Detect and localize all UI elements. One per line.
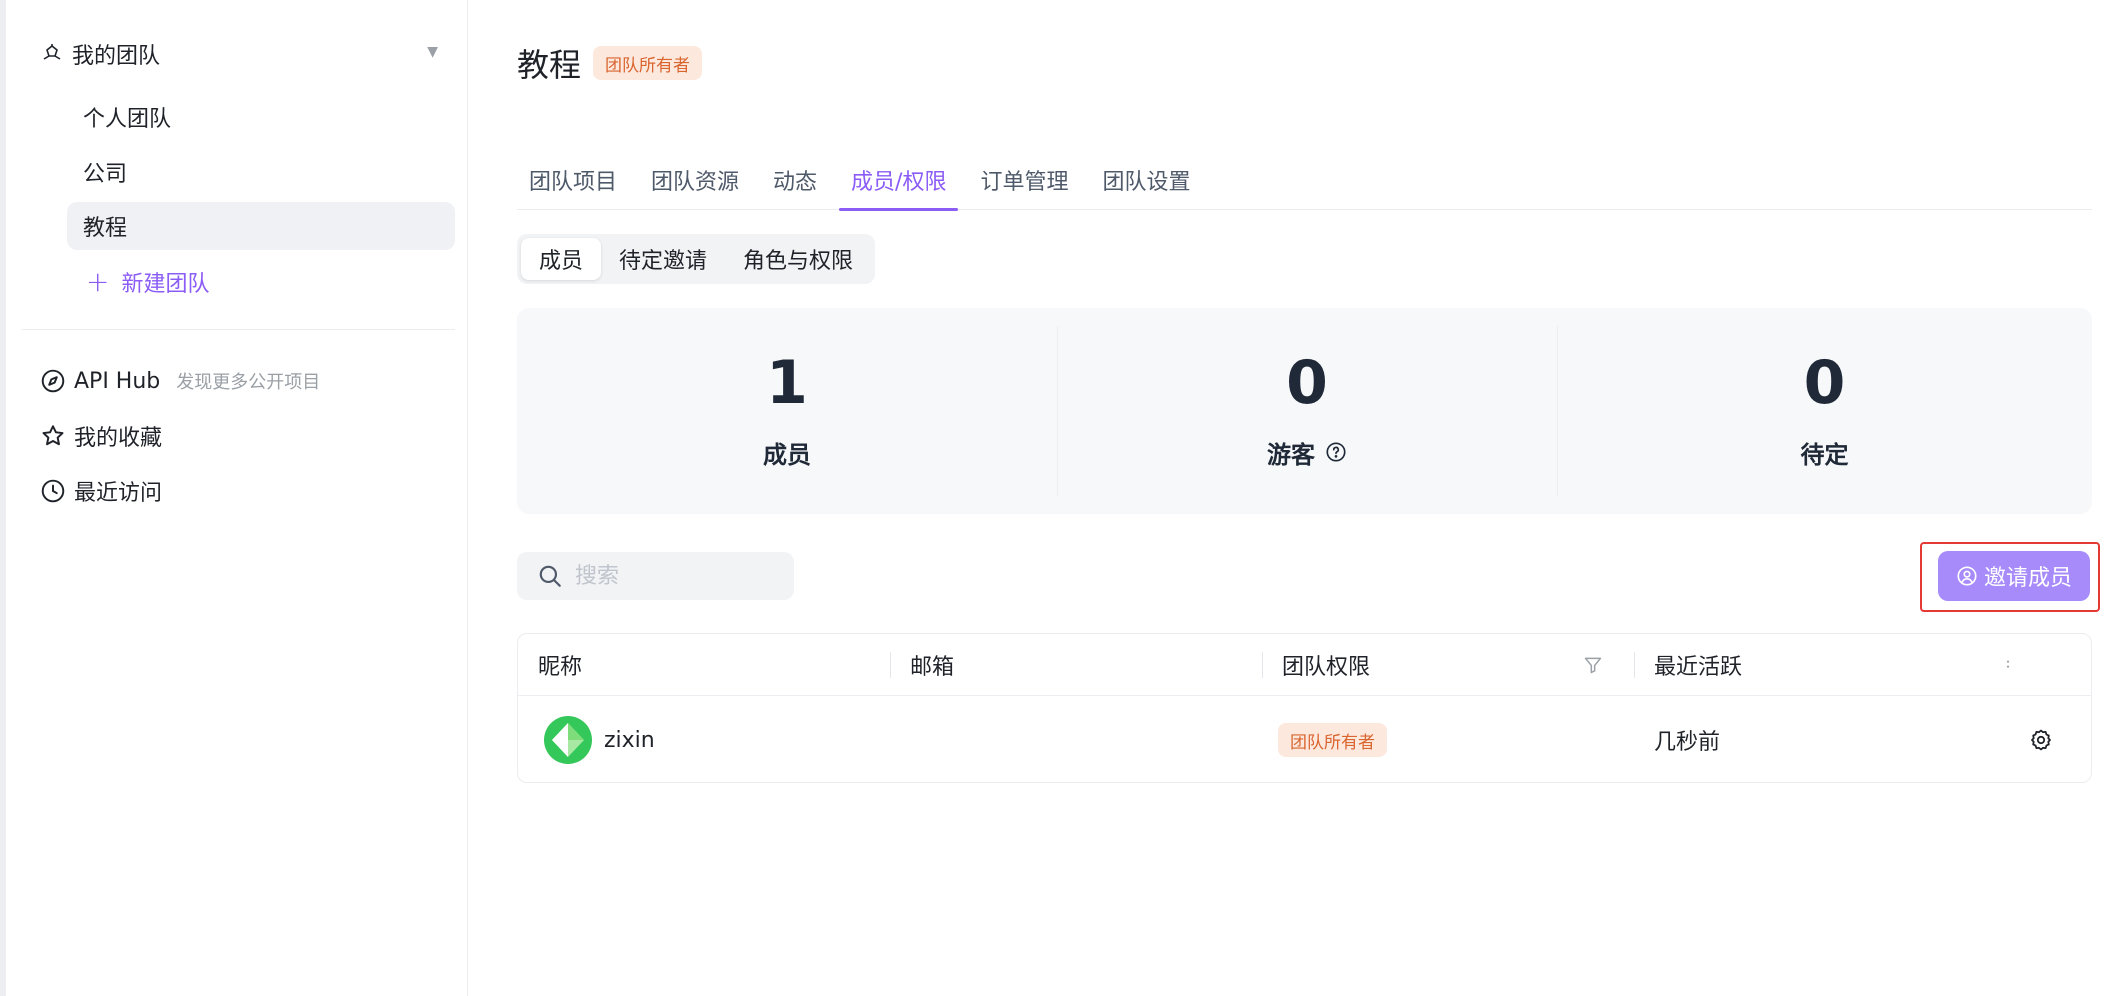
- search-icon: [539, 565, 561, 587]
- table-row[interactable]: zixin 团队所有者 几秒前: [518, 696, 2091, 784]
- column-resizer[interactable]: [1634, 652, 1635, 678]
- stat-label: 待定: [1800, 440, 1849, 469]
- sidebar: 我的团队 ▼ 个人团队 公司 教程 + 新建团队 API Hub 发现更多公开项…: [6, 0, 468, 996]
- role-badge: 团队所有者: [593, 46, 703, 80]
- team-tabs: 团队项目 团队资源 动态 成员/权限 订单管理 团队设置: [517, 150, 2092, 211]
- api-hub-label: API Hub: [74, 368, 161, 394]
- cell-team-permission: 团队所有者: [1278, 696, 1387, 784]
- stat-value: 1: [766, 347, 808, 418]
- app-window: 我的团队 ▼ 个人团队 公司 教程 + 新建团队 API Hub 发现更多公开项…: [0, 0, 2117, 996]
- gear-icon[interactable]: [2029, 728, 2053, 752]
- cell-last-active: 几秒前: [1654, 696, 1720, 784]
- cell-nickname: zixin: [544, 696, 655, 784]
- page-header: 教程 团队所有者: [517, 40, 703, 86]
- new-team-button[interactable]: + 新建团队: [86, 262, 209, 302]
- add-user-icon: [1957, 566, 1977, 586]
- segment-pending-invites[interactable]: 待定邀请: [601, 238, 725, 280]
- plus-icon: +: [86, 265, 110, 298]
- tab-activity[interactable]: 动态: [761, 150, 829, 210]
- nav-api-hub[interactable]: API Hub 发现更多公开项目: [40, 361, 320, 401]
- my-teams-label: 我的团队: [72, 44, 161, 69]
- table-header: 昵称 邮箱 团队权限 最近活跃: [518, 634, 2091, 696]
- stat-label: 成员: [763, 440, 811, 469]
- main-content: 教程 团队所有者 团队项目 团队资源 动态 成员/权限 订单管理 团队设置 成员…: [469, 0, 2117, 996]
- tab-team-resources[interactable]: 团队资源: [639, 150, 751, 210]
- sidebar-item-personal-team[interactable]: 个人团队: [67, 93, 455, 141]
- tab-members-permissions[interactable]: 成员/权限: [839, 150, 959, 211]
- stat-members: 1 成员: [517, 308, 1057, 514]
- member-nickname: zixin: [604, 727, 655, 753]
- segment-members[interactable]: 成员: [521, 238, 602, 280]
- sidebar-item-tutorial[interactable]: 教程: [67, 202, 455, 250]
- star-icon: [42, 425, 64, 446]
- stat-value: 0: [1286, 347, 1328, 418]
- column-email: 邮箱: [910, 655, 955, 680]
- tab-order-management[interactable]: 订单管理: [968, 150, 1080, 210]
- page-title: 教程: [517, 46, 582, 84]
- nav-recent[interactable]: 最近访问: [40, 471, 162, 511]
- search-box[interactable]: [517, 552, 794, 600]
- avatar: [544, 716, 592, 764]
- members-table: 昵称 邮箱 团队权限 最近活跃 zixin 团队所有者 几秒前: [517, 633, 2092, 783]
- member-role-badge: 团队所有者: [1278, 723, 1387, 757]
- stat-value: 0: [1803, 347, 1846, 418]
- column-resizer[interactable]: [1262, 652, 1263, 678]
- member-segment-control: 成员 待定邀请 角色与权限: [517, 234, 876, 284]
- column-resizer[interactable]: [890, 652, 891, 678]
- invite-member-button[interactable]: 邀请成员: [1938, 551, 2090, 601]
- member-stats-panel: 1 成员 0 游客 0 待定: [517, 308, 2092, 514]
- help-icon[interactable]: [1325, 441, 1347, 463]
- search-input[interactable]: [575, 563, 775, 589]
- stat-label: 游客: [1267, 440, 1315, 469]
- invite-member-label: 邀请成员: [1983, 566, 2072, 591]
- sidebar-divider: [22, 329, 455, 330]
- recent-label: 最近访问: [74, 481, 163, 506]
- filter-icon[interactable]: [1583, 655, 1603, 675]
- compass-icon: [41, 369, 65, 393]
- column-team-permission: 团队权限: [1282, 655, 1371, 680]
- segment-roles-permissions[interactable]: 角色与权限: [725, 238, 871, 280]
- sidebar-item-company[interactable]: 公司: [67, 148, 455, 196]
- collapse-caret-icon[interactable]: ▼: [427, 44, 438, 60]
- new-team-label: 新建团队: [121, 272, 210, 297]
- sidebar-item-label: 教程: [83, 216, 128, 241]
- sidebar-item-label: 个人团队: [83, 107, 172, 132]
- my-teams-header[interactable]: 我的团队 ▼: [40, 36, 448, 72]
- member-last-active: 几秒前: [1654, 730, 1721, 755]
- nav-favorites[interactable]: 我的收藏: [40, 416, 162, 456]
- sidebar-item-label: 公司: [83, 162, 128, 187]
- stat-guests: 0 游客: [1057, 308, 1557, 514]
- stat-pending: 0 待定: [1557, 308, 2092, 514]
- more-vertical-icon[interactable]: [1998, 655, 2018, 675]
- tab-team-settings[interactable]: 团队设置: [1090, 150, 1202, 210]
- column-last-active: 最近活跃: [1654, 655, 1743, 680]
- team-icon: [43, 44, 61, 60]
- clock-icon: [41, 479, 65, 503]
- tab-team-projects[interactable]: 团队项目: [517, 150, 629, 210]
- favorites-label: 我的收藏: [74, 426, 163, 451]
- api-hub-subtitle: 发现更多公开项目: [176, 372, 321, 393]
- column-nickname: 昵称: [538, 655, 583, 680]
